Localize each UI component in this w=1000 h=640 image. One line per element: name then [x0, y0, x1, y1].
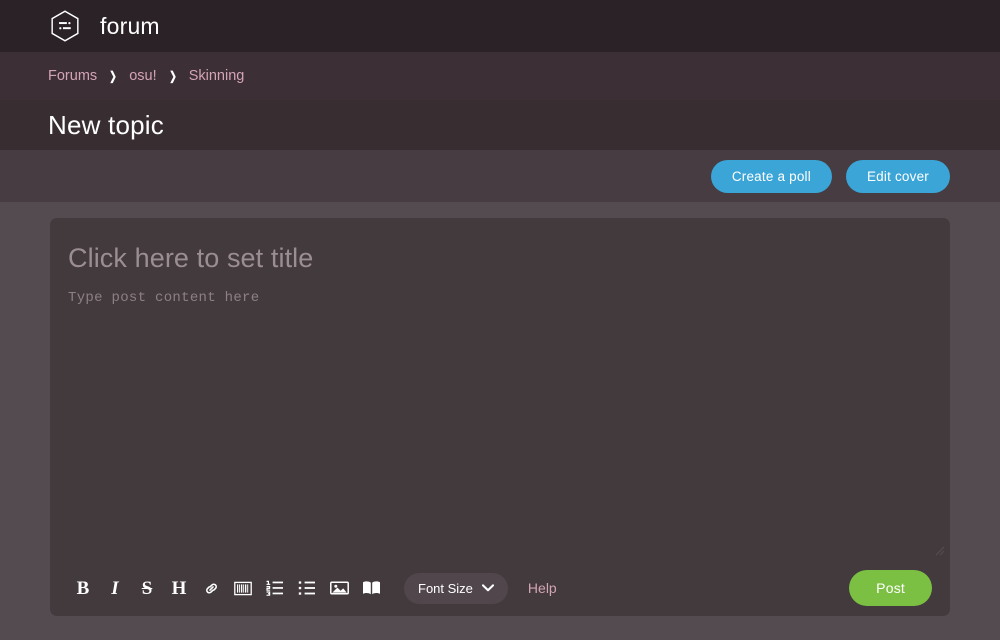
- font-size-dropdown[interactable]: Font Size: [404, 572, 508, 604]
- post-content-input[interactable]: Type post content here: [68, 290, 932, 306]
- page-title-bar: New topic: [0, 100, 1000, 150]
- action-bar: Create a poll Edit cover: [0, 150, 1000, 202]
- topic-title-input[interactable]: Click here to set title: [68, 242, 932, 274]
- bullet-list-icon[interactable]: [292, 573, 322, 603]
- breadcrumb-item-osu[interactable]: osu!: [129, 68, 156, 84]
- brand-title: forum: [100, 12, 160, 39]
- forum-hexagon-icon[interactable]: [48, 9, 82, 43]
- edit-cover-button[interactable]: Edit cover: [845, 159, 950, 193]
- resize-grip-icon[interactable]: [931, 542, 945, 556]
- editor-body[interactable]: Click here to set title Type post conten…: [50, 218, 950, 560]
- spoilerbox-icon[interactable]: [228, 573, 258, 603]
- chevron-right-icon: ❯: [109, 69, 117, 83]
- breadcrumb-item-skinning[interactable]: Skinning: [189, 68, 245, 84]
- chevron-down-icon: [481, 584, 494, 592]
- top-navbar: forum: [0, 0, 1000, 52]
- post-editor-panel: Click here to set title Type post conten…: [50, 218, 950, 616]
- breadcrumb-item-forums[interactable]: Forums: [48, 68, 97, 84]
- main-content: Click here to set title Type post conten…: [0, 202, 1000, 634]
- page-title: New topic: [48, 109, 164, 140]
- font-size-label: Font Size: [418, 580, 473, 596]
- help-link[interactable]: Help: [528, 580, 557, 596]
- breadcrumb: Forums ❯ osu! ❯ Skinning: [0, 52, 1000, 100]
- editor-toolbar: B I S H Font Size Help Post: [50, 560, 950, 616]
- link-icon[interactable]: [196, 573, 226, 603]
- open-book-icon[interactable]: [356, 573, 386, 603]
- post-button[interactable]: Post: [849, 570, 932, 606]
- create-poll-button[interactable]: Create a poll: [710, 159, 832, 193]
- chevron-right-icon: ❯: [168, 69, 177, 83]
- italic-icon[interactable]: I: [100, 573, 130, 603]
- strikethrough-icon[interactable]: S: [132, 573, 162, 603]
- bold-icon[interactable]: B: [68, 573, 98, 603]
- numbered-list-icon[interactable]: [260, 573, 290, 603]
- heading-icon[interactable]: H: [164, 573, 194, 603]
- image-icon[interactable]: [324, 573, 354, 603]
